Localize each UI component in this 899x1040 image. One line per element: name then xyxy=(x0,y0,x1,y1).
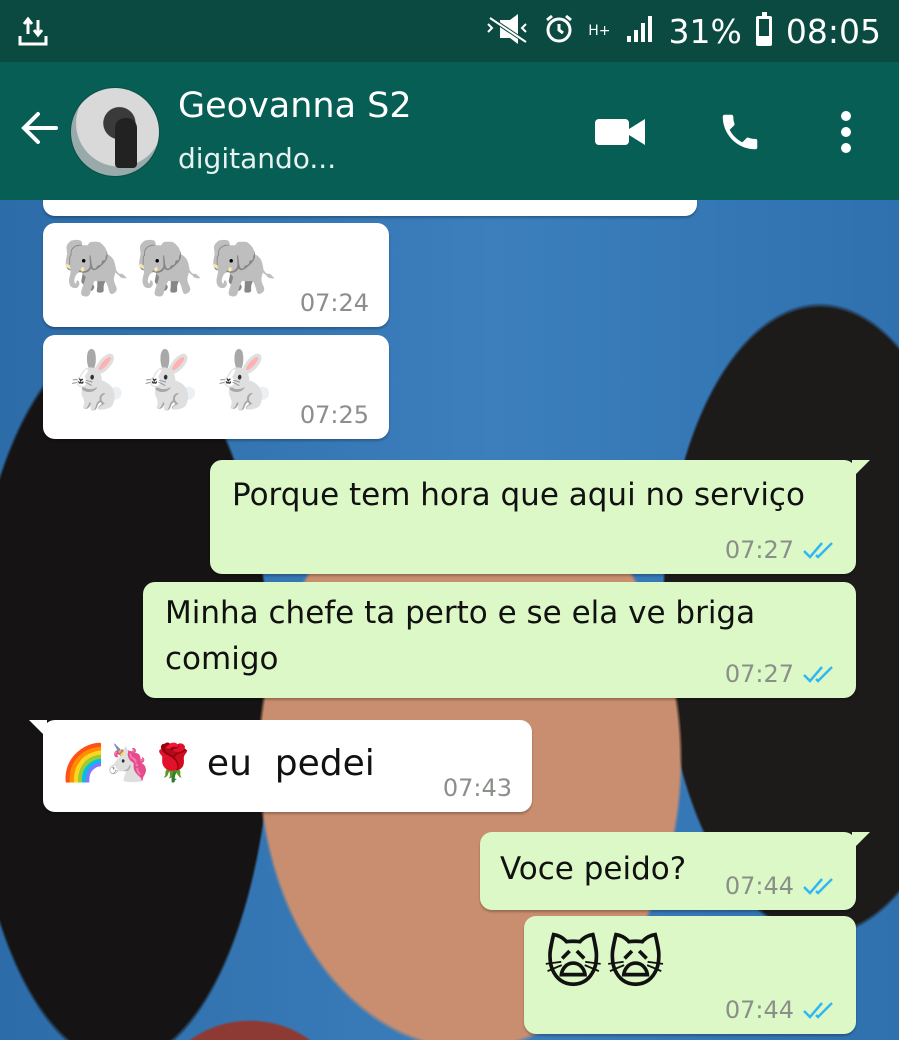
read-ticks-icon xyxy=(803,1002,833,1019)
chat-header: Geovanna S2 digitando... xyxy=(0,62,899,200)
typing-status: digitando... xyxy=(178,142,337,175)
message-text: Voce peido? xyxy=(500,851,687,887)
message-bubble-partial[interactable] xyxy=(43,200,697,216)
message-bubble-incoming[interactable]: 🌈🦄🌹 eu pedei 07:43 xyxy=(29,720,532,812)
message-time: 07:43 xyxy=(442,774,512,802)
battery-percent: 31% xyxy=(668,11,742,51)
read-ticks-icon xyxy=(803,878,833,895)
message-bubble-outgoing[interactable]: Minha chefe ta perto e se ela ve briga c… xyxy=(143,582,856,698)
read-ticks-icon xyxy=(803,542,833,559)
phone-icon[interactable] xyxy=(712,104,768,160)
message-text: 🙀🙀 xyxy=(544,931,669,996)
more-vertical-icon[interactable] xyxy=(818,104,874,160)
alarm-icon xyxy=(544,14,574,48)
network-type-label: H+ xyxy=(588,23,611,39)
message-text: 🐇🐇🐇 xyxy=(61,348,283,413)
avatar[interactable] xyxy=(70,87,160,177)
message-bubble-outgoing[interactable]: Voce peido? 07:44 xyxy=(480,832,870,910)
clock: 08:05 xyxy=(785,11,881,51)
message-bubble-outgoing[interactable]: Porque tem hora que aqui no serviço 07:2… xyxy=(210,460,870,574)
message-time: 07:27 xyxy=(724,660,794,688)
message-bubble-outgoing[interactable]: 🙀🙀 07:44 xyxy=(524,916,856,1034)
arrow-left-icon[interactable] xyxy=(18,106,62,150)
message-time: 07:44 xyxy=(724,996,794,1024)
message-text: 🌈🦄🌹 eu pedei xyxy=(61,743,375,784)
message-text: Porque tem hora que aqui no serviço xyxy=(232,477,805,513)
message-text: 🐘🐘🐘 xyxy=(61,236,283,301)
data-transfer-icon xyxy=(16,14,50,48)
status-bar: H+ 31% 08:05 xyxy=(0,0,899,62)
message-time: 07:27 xyxy=(724,536,794,564)
message-time: 07:24 xyxy=(299,289,369,317)
battery-icon xyxy=(755,12,772,46)
chat-area[interactable]: 🐘🐘🐘 07:24 🐇🐇🐇 07:25 Porque tem hora que … xyxy=(0,200,899,1040)
message-time: 07:25 xyxy=(299,401,369,429)
contact-name[interactable]: Geovanna S2 xyxy=(178,86,412,126)
read-ticks-icon xyxy=(803,666,833,683)
message-time: 07:44 xyxy=(724,872,794,900)
message-bubble-incoming[interactable]: 🐇🐇🐇 07:25 xyxy=(43,335,389,439)
message-bubble-incoming[interactable]: 🐘🐘🐘 07:24 xyxy=(43,223,389,327)
video-camera-icon[interactable] xyxy=(592,104,648,160)
mute-vibrate-icon xyxy=(486,14,530,48)
signal-icon xyxy=(625,14,655,48)
